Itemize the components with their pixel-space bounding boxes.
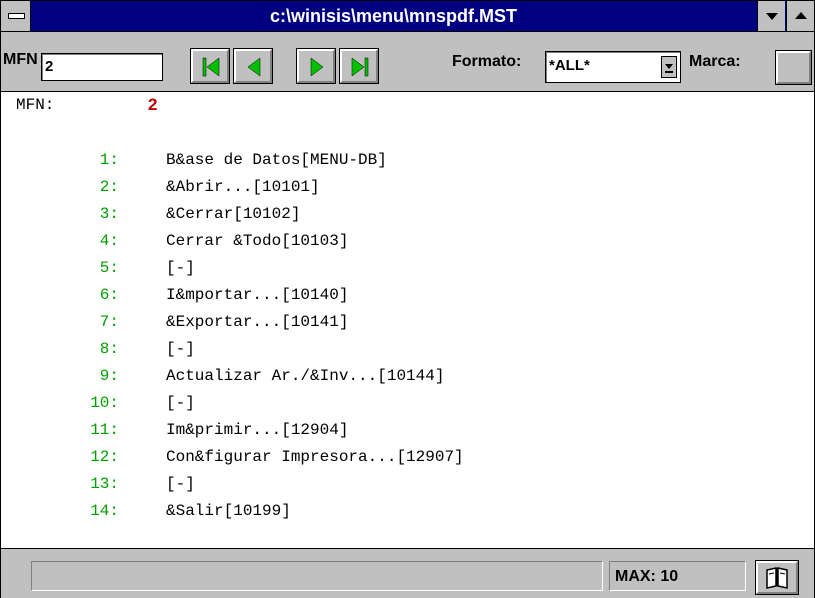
first-record-button[interactable] xyxy=(190,48,230,84)
field-tag: 3: xyxy=(99,205,119,223)
field-row: 6: I&mportar...[10140] xyxy=(1,282,814,309)
field-row: 14: &Salir[10199] xyxy=(1,498,814,525)
minimize-button[interactable] xyxy=(757,1,785,31)
mfn-input[interactable]: 2 xyxy=(41,53,163,81)
field-tag: 5: xyxy=(99,259,119,277)
field-value: Cerrar &Todo[10103] xyxy=(166,232,349,250)
record-window: c:\winisis\menu\mnspdf.MST MFN 2 Formato… xyxy=(0,0,815,598)
status-bar: MAX: 10 xyxy=(1,548,814,598)
last-record-icon xyxy=(351,57,369,77)
field-row: 3: &Cerrar[10102] xyxy=(1,201,814,228)
field-tag: 12: xyxy=(90,448,119,466)
field-tag: 8: xyxy=(99,340,119,358)
field-value: B&ase de Datos[MENU-DB] xyxy=(166,151,387,169)
field-value: Con&figurar Impresora...[12907] xyxy=(166,448,464,466)
field-tag: 9: xyxy=(99,367,119,385)
last-record-button[interactable] xyxy=(339,48,379,84)
window-title: c:\winisis\menu\mnspdf.MST xyxy=(269,6,518,26)
field-row: 1: B&ase de Datos[MENU-DB] xyxy=(1,147,814,174)
field-tag: 10: xyxy=(90,394,119,412)
max-mfn-indicator: MAX: 10 xyxy=(609,561,746,591)
field-row: 9: Actualizar Ar./&Inv...[10144] xyxy=(1,363,814,390)
maximize-arrow-icon xyxy=(795,12,807,19)
system-menu-button[interactable] xyxy=(1,1,31,31)
field-row: 5: [-] xyxy=(1,255,814,282)
previous-record-button[interactable] xyxy=(233,48,273,84)
next-record-button[interactable] xyxy=(296,48,336,84)
marca-button[interactable] xyxy=(775,50,812,85)
toolbar: MFN 2 Formato: *ALL* Marca: xyxy=(1,32,814,92)
field-value: &Exportar...[10141] xyxy=(166,313,349,331)
field-value: Im&primir...[12904] xyxy=(166,421,349,439)
record-display: MFN: 2 1: B&ase de Datos[MENU-DB] 2: &Abri… xyxy=(1,92,814,548)
field-tag: 1: xyxy=(99,151,119,169)
format-selected-value: *ALL* xyxy=(549,57,590,74)
title-bar[interactable]: c:\winisis\menu\mnspdf.MST xyxy=(1,1,814,32)
field-tag: 2: xyxy=(99,178,119,196)
field-value: &Salir[10199] xyxy=(166,502,291,520)
field-value: [-] xyxy=(166,394,195,412)
open-book-icon xyxy=(766,567,788,589)
browse-book-button[interactable] xyxy=(755,560,799,595)
dropdown-arrow-icon[interactable] xyxy=(661,56,677,78)
field-value: I&mportar...[10140] xyxy=(166,286,349,304)
first-record-icon xyxy=(202,57,220,77)
maximize-button[interactable] xyxy=(786,1,814,31)
field-row: 8: [-] xyxy=(1,336,814,363)
next-record-icon xyxy=(310,57,324,77)
field-row: 12: Con&figurar Impresora...[12907] xyxy=(1,444,814,471)
field-value: &Abrir...[10101] xyxy=(166,178,320,196)
record-mfn-label: MFN: xyxy=(16,96,55,114)
field-value: [-] xyxy=(166,259,195,277)
field-tag: 13: xyxy=(90,475,119,493)
field-row: 11: Im&primir...[12904] xyxy=(1,417,814,444)
field-tag: 14: xyxy=(90,502,119,520)
format-select[interactable]: *ALL* xyxy=(545,51,681,83)
status-message xyxy=(31,561,603,591)
field-row: 10: [-] xyxy=(1,390,814,417)
format-label: Formato: xyxy=(452,53,522,70)
record-mfn-value: 2 xyxy=(148,95,158,114)
minimize-arrow-icon xyxy=(766,13,778,20)
field-value: [-] xyxy=(166,475,195,493)
marca-label: Marca: xyxy=(689,53,741,70)
system-menu-icon xyxy=(8,13,25,19)
field-value: Actualizar Ar./&Inv...[10144] xyxy=(166,367,445,385)
field-tag: 4: xyxy=(99,232,119,250)
field-tag: 7: xyxy=(99,313,119,331)
field-row: 4: Cerrar &Todo[10103] xyxy=(1,228,814,255)
field-tag: 6: xyxy=(99,286,119,304)
field-value: &Cerrar[10102] xyxy=(166,205,301,223)
mfn-label: MFN xyxy=(3,51,38,68)
previous-record-icon xyxy=(247,57,261,77)
field-row: 13: [-] xyxy=(1,471,814,498)
field-tag: 11: xyxy=(90,421,119,439)
field-row: 2: &Abrir...[10101] xyxy=(1,174,814,201)
field-row: 7: &Exportar...[10141] xyxy=(1,309,814,336)
field-value: [-] xyxy=(166,340,195,358)
